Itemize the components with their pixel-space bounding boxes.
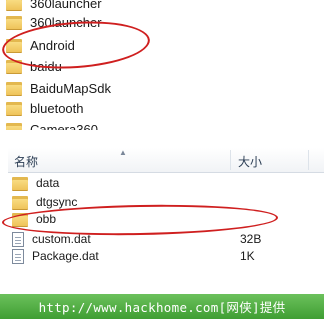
list-item-label: bluetooth <box>30 100 84 116</box>
top-folder-list: 360launcher 360launcher Android baidu Ba… <box>0 0 324 132</box>
folder-icon <box>6 81 22 95</box>
file-size: 32B <box>240 232 262 246</box>
list-item-label: Android <box>30 37 75 53</box>
column-header-name[interactable]: 名称 <box>14 153 38 170</box>
file-size: 1K <box>240 249 255 263</box>
folder-icon <box>6 15 22 29</box>
list-item[interactable]: 360launcher <box>6 11 306 33</box>
table-row[interactable]: dtgsync <box>12 193 312 211</box>
watermark-text: http://www.hackhome.com[网侠]提供 <box>38 300 286 315</box>
table-row[interactable]: custom.dat 32B <box>12 230 312 248</box>
file-name: dtgsync <box>36 195 78 209</box>
file-name: Package.dat <box>32 249 99 263</box>
folder-icon <box>6 101 22 115</box>
list-item[interactable]: baidu <box>6 55 306 77</box>
list-item-label: BaiduMapSdk <box>30 80 111 96</box>
file-name: custom.dat <box>32 232 91 246</box>
folder-icon <box>12 176 28 190</box>
column-header: 名称 ▲ 大小 <box>8 148 324 173</box>
divider <box>0 130 324 132</box>
folder-icon <box>6 38 22 52</box>
column-header-size[interactable]: 大小 <box>238 153 262 170</box>
folder-icon <box>12 195 28 209</box>
folder-icon <box>6 0 22 10</box>
folder-icon <box>12 212 28 226</box>
table-row[interactable]: data <box>12 174 312 192</box>
list-item-android[interactable]: Android <box>6 34 306 56</box>
list-item-label: 360launcher <box>30 0 102 11</box>
file-name: obb <box>36 212 57 226</box>
file-name: data <box>36 176 60 190</box>
bottom-file-list: 名称 ▲ 大小 data dtgsync obb custom.dat 32B … <box>0 148 324 294</box>
file-icon <box>12 231 24 247</box>
table-row[interactable]: Package.dat 1K <box>12 247 312 265</box>
list-item[interactable]: bluetooth <box>6 97 306 119</box>
watermark-banner: http://www.hackhome.com[网侠]提供 <box>0 294 324 319</box>
list-item[interactable]: BaiduMapSdk <box>6 77 306 99</box>
table-row-obb[interactable]: obb <box>12 210 312 228</box>
folder-icon <box>6 59 22 73</box>
sort-caret-icon: ▲ <box>119 148 127 157</box>
file-icon <box>12 248 24 264</box>
list-item-label: 360launcher <box>30 14 102 30</box>
column-separator[interactable] <box>308 150 309 170</box>
list-item-label: baidu <box>30 58 62 74</box>
column-separator[interactable] <box>230 150 231 170</box>
